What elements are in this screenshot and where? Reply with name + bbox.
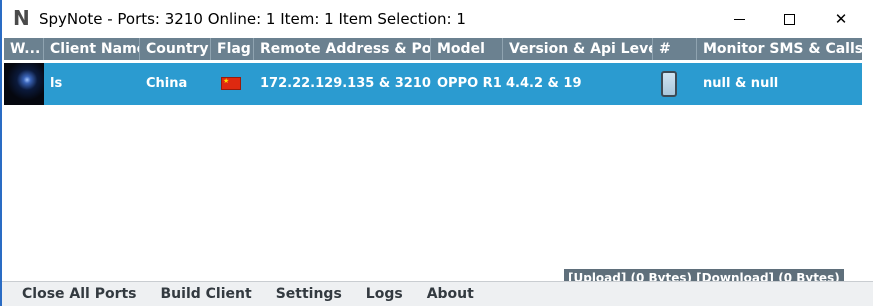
device-cell (653, 63, 697, 105)
remote-address-cell: 172.22.129.135 & 3210 (260, 76, 431, 91)
china-flag-icon: ★ (221, 77, 241, 90)
column-header-version[interactable]: Version & Api Level (503, 38, 653, 60)
table-row[interactable]: ls China ★ 172.22.129.135 & 3210 OPPO R1… (4, 63, 862, 105)
window-title: SpyNote - Ports: 3210 Online: 1 Item: 1 … (39, 10, 466, 28)
clients-table: W... Client Name Country Flag Remote Add… (2, 38, 862, 288)
column-header-model[interactable]: Model (431, 38, 503, 60)
column-header-flag[interactable]: Flag (211, 38, 254, 60)
menu-about[interactable]: About (415, 286, 486, 302)
column-header-device[interactable]: # (653, 38, 697, 60)
column-header-client-name[interactable]: Client Name (44, 38, 140, 60)
close-button[interactable]: ✕ (816, 0, 866, 38)
maximize-icon (783, 13, 795, 25)
client-name-cell: ls (50, 76, 63, 91)
bottom-menu-bar: Close All Ports Build Client Settings Lo… (2, 281, 873, 306)
menu-close-all-ports[interactable]: Close All Ports (2, 286, 149, 302)
maximize-button[interactable] (764, 0, 814, 38)
column-header-monitor[interactable]: Monitor SMS & Calls (697, 38, 862, 60)
menu-build-client[interactable]: Build Client (149, 286, 264, 302)
close-icon: ✕ (834, 10, 848, 28)
country-cell: China (146, 76, 188, 91)
phone-icon (661, 70, 677, 97)
table-header: W... Client Name Country Flag Remote Add… (4, 38, 862, 60)
monitor-cell: null & null (703, 76, 779, 91)
minimize-icon (733, 18, 745, 20)
window-edge (862, 38, 873, 281)
column-header-country[interactable]: Country (140, 38, 211, 60)
column-header-wallpaper[interactable]: W... (4, 38, 44, 60)
version-cell: 4.4.2 & 19 (506, 76, 582, 91)
menu-settings[interactable]: Settings (264, 286, 354, 302)
minimize-button[interactable] (714, 0, 764, 38)
flag-cell: ★ (211, 63, 254, 105)
wallpaper-cell (4, 63, 44, 105)
title-bar[interactable]: N SpyNote - Ports: 3210 Online: 1 Item: … (2, 0, 873, 38)
menu-logs[interactable]: Logs (354, 286, 415, 302)
column-header-remote-address[interactable]: Remote Address & Port (254, 38, 431, 60)
spynote-window: N SpyNote - Ports: 3210 Online: 1 Item: … (0, 0, 873, 306)
galaxy-thumbnail (4, 63, 44, 105)
app-logo: N (13, 6, 30, 30)
model-cell: OPPO R11 (437, 76, 503, 91)
